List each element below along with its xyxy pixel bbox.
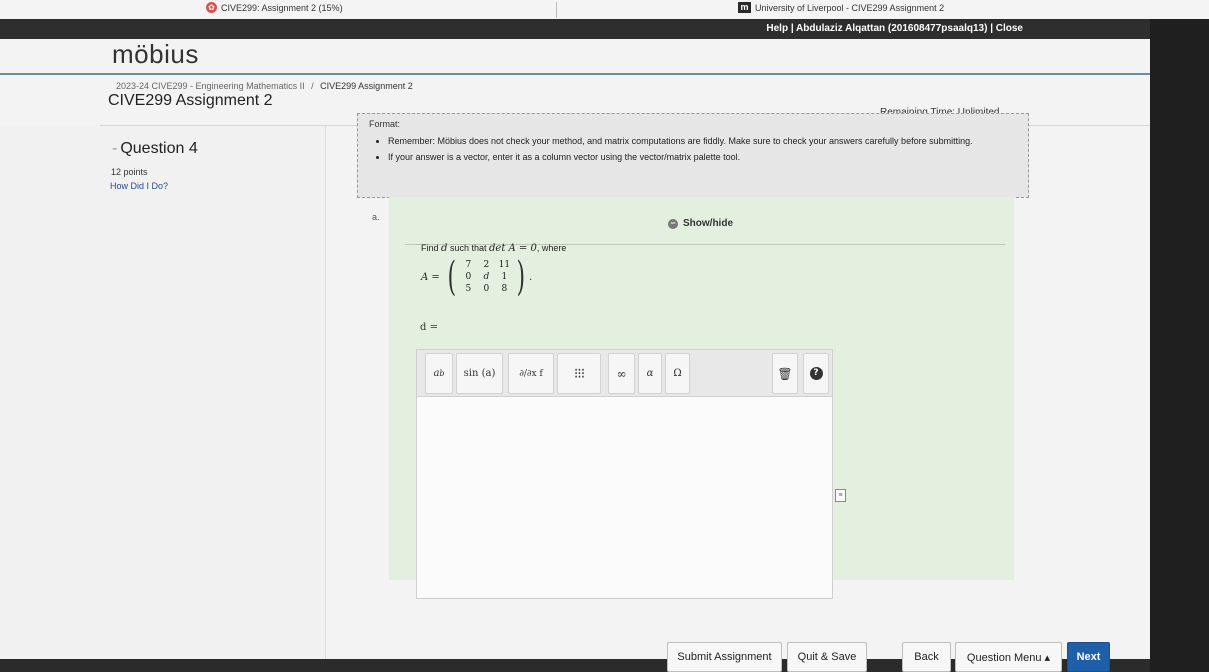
greek-alpha-button[interactable]: α [638, 353, 662, 394]
format-list: Remember: Möbius does not check your met… [388, 136, 998, 168]
format-item: Remember: Möbius does not check your met… [388, 136, 998, 147]
math-editor: ab sin (a) ∂/∂x f ⁝⁝⁝ ∞ α Ω 🗑 ? [416, 349, 833, 599]
help-button[interactable]: ? [803, 353, 829, 394]
question-points: 12 points [111, 167, 148, 177]
browser-tab-bar: ✿ CIVE299: Assignment 2 (15%) m Universi… [0, 0, 1209, 19]
screen-edge [1150, 19, 1209, 672]
breadcrumb: 2023-24 CIVE299 - Engineering Mathematic… [116, 81, 413, 91]
top-header-bar: Help | Abdulaziz Alqattan (201608477psaa… [0, 19, 1209, 39]
matrix-a: A = ( 7 2 11 0 d 1 5 0 8 ) . [421, 257, 532, 297]
show-hide-label: Show/hide [683, 218, 733, 229]
matrix-cell: 0 [465, 272, 472, 282]
format-item: If your answer is a vector, enter it as … [388, 152, 998, 163]
editor-toolbar: ab sin (a) ∂/∂x f ⁝⁝⁝ ∞ α Ω 🗑 ? [417, 350, 832, 397]
tab-label: CIVE299: Assignment 2 (15%) [221, 2, 343, 13]
sin-button[interactable]: sin (a) [456, 353, 503, 394]
matrix-lhs: A = [421, 271, 440, 283]
matrix-cell: d [483, 272, 490, 282]
matrix-cell: 1 [501, 272, 508, 282]
help-icon: ? [809, 367, 823, 380]
question-prompt: Find d such that det A = 0, where [421, 243, 567, 254]
m-logo-icon: m [738, 2, 751, 13]
variable-d: d [441, 243, 448, 254]
back-button[interactable]: Back [902, 642, 951, 672]
symbols-omega-button[interactable]: Ω [665, 353, 690, 394]
question-title: - Question 4 [112, 140, 198, 157]
breadcrumb-course-link[interactable]: 2023-24 CIVE299 - Engineering Mathematic… [116, 81, 305, 91]
breadcrumb-current: CIVE299 Assignment 2 [320, 81, 413, 91]
breadcrumb-separator: / [311, 81, 314, 91]
trash-icon[interactable]: 🗑 [772, 353, 798, 394]
right-paren: ) [516, 254, 526, 300]
matrix-palette-button[interactable]: ⁝⁝⁝ [557, 353, 601, 394]
partial-derivative-button[interactable]: ∂/∂x f [508, 353, 554, 394]
answer-input[interactable] [417, 397, 832, 598]
mobius-logo[interactable]: möbius [112, 39, 199, 70]
tab-divider [556, 2, 557, 18]
matrix-grid: 7 2 11 0 d 1 5 0 8 [459, 260, 513, 294]
show-hide-toggle[interactable]: − Show/hide [668, 218, 733, 229]
question-sidebar: - Question 4 12 points How Did I Do? [0, 126, 326, 659]
quit-save-button[interactable]: Quit & Save [787, 642, 867, 672]
collapse-dash-icon: - [112, 140, 118, 157]
power-button[interactable]: ab [425, 353, 453, 394]
matrix-cell: 8 [501, 284, 508, 294]
tab-label: University of Liverpool - CIVE299 Assign… [755, 2, 945, 13]
question-part-a: − Show/hide Find d such that det A = 0, … [389, 197, 1014, 599]
submit-assignment-button[interactable]: Submit Assignment [667, 642, 782, 672]
det-expression: det A = 0 [489, 243, 537, 254]
left-paren: ( [447, 254, 456, 300]
matrix-cell: 5 [465, 284, 472, 294]
part-label: a. [372, 212, 380, 222]
mobius-icon: ✿ [206, 2, 217, 13]
minus-circle-icon: − [668, 218, 678, 229]
infinity-button[interactable]: ∞ [608, 353, 635, 394]
browser-tab-liverpool[interactable]: m University of Liverpool - CIVE299 Assi… [738, 2, 944, 13]
page-title: CIVE299 Assignment 2 [108, 92, 273, 109]
how-did-i-do-link[interactable]: How Did I Do? [110, 181, 168, 191]
matrix-cell: 11 [498, 260, 511, 270]
header-divider [0, 73, 1150, 75]
next-button[interactable]: Next [1067, 642, 1110, 672]
preview-icon[interactable]: ≡ [835, 489, 846, 502]
format-label: Format: [369, 119, 401, 129]
answer-label: d = [420, 322, 438, 333]
matrix-period: . [529, 271, 533, 283]
matrix-cell: 2 [483, 260, 490, 270]
browser-tab-assignment[interactable]: ✿ CIVE299: Assignment 2 (15%) [206, 2, 343, 13]
matrix-cell: 7 [465, 260, 472, 270]
question-menu-button[interactable]: Question Menu ▴ [955, 642, 1062, 672]
user-links[interactable]: Help | Abdulaziz Alqattan (201608477psaa… [766, 23, 1023, 34]
format-instructions: Format: Remember: Möbius does not check … [357, 113, 1029, 198]
matrix-cell: 0 [483, 284, 490, 294]
